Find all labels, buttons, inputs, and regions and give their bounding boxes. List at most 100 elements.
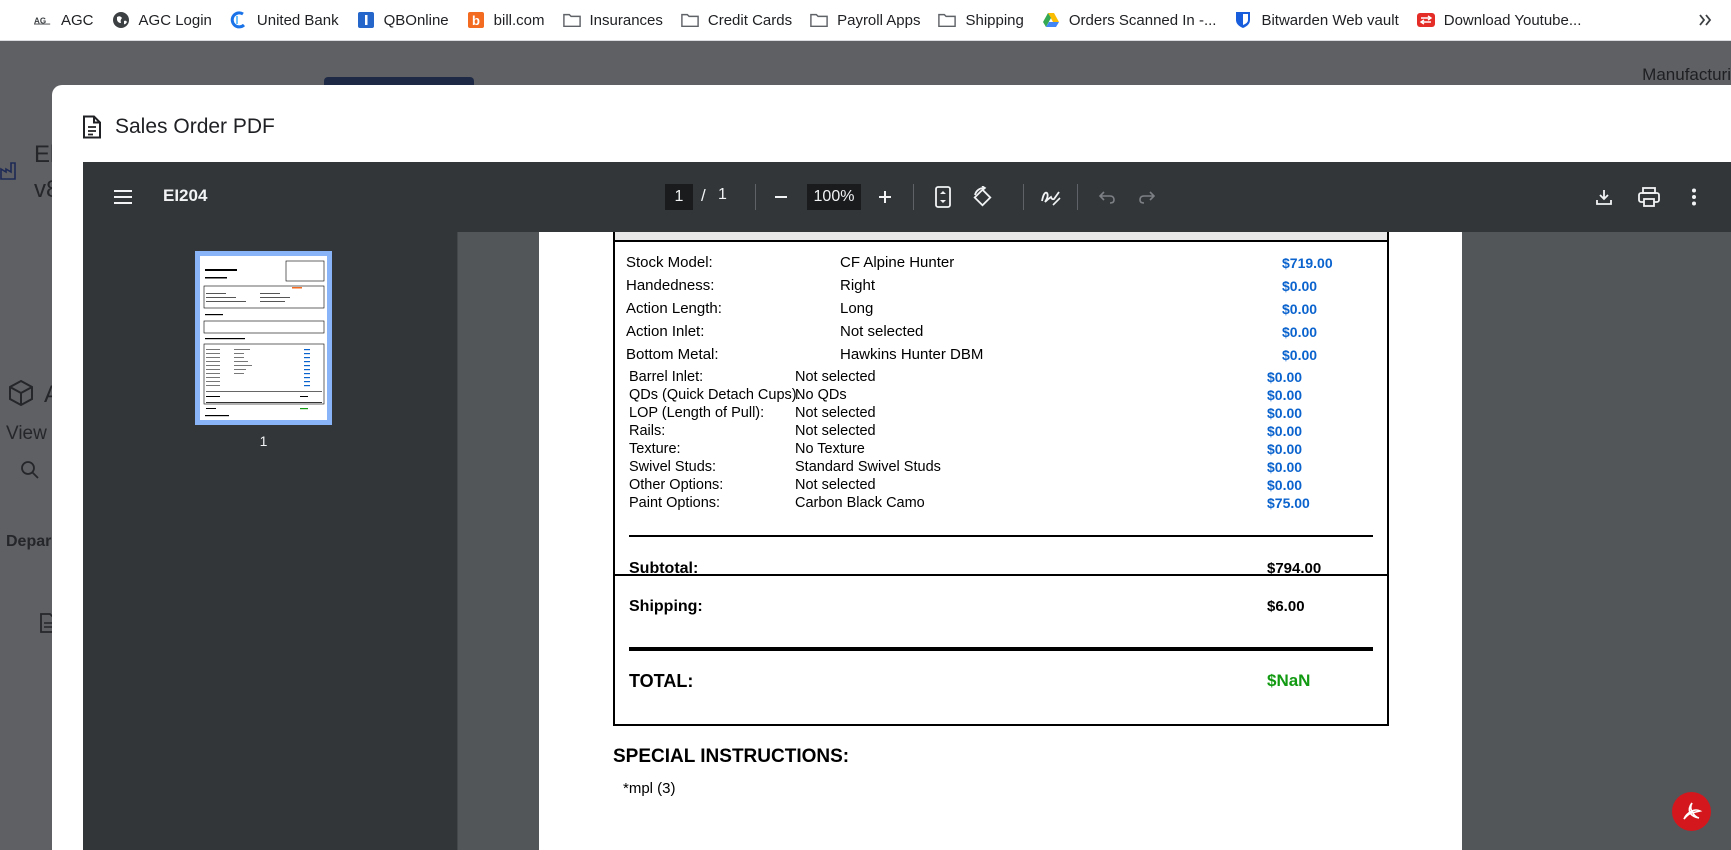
- total-divider: [629, 647, 1373, 651]
- item-price: $719.00: [1282, 255, 1333, 271]
- fit-to-page-icon[interactable]: [927, 181, 959, 213]
- option-value: Standard Swivel Studs: [795, 459, 941, 475]
- bookmark-folder-insurances[interactable]: Insurances: [555, 6, 671, 34]
- bookmark-folder-credit-cards[interactable]: Credit Cards: [673, 6, 800, 34]
- table-header-row: [615, 232, 1387, 242]
- item-value: Right: [840, 277, 876, 294]
- agc-logo-icon: AG: [34, 11, 52, 29]
- svg-text:b: b: [472, 13, 480, 28]
- item-label: Bottom Metal:: [626, 346, 719, 363]
- bookmark-label: Download Youtube...: [1443, 11, 1582, 29]
- item-value: CF Alpine Hunter: [840, 254, 955, 271]
- option-price: $0.00: [1267, 423, 1303, 439]
- zoom-out-icon[interactable]: [765, 181, 797, 213]
- option-label: Paint Options:: [629, 495, 721, 511]
- toolbar-divider: [755, 184, 756, 210]
- shipping-value: $6.00: [1267, 598, 1305, 615]
- bookmark-download-youtube[interactable]: Download Youtube...: [1409, 6, 1590, 34]
- option-price: $0.00: [1267, 441, 1303, 457]
- bookmark-label: QBOnline: [383, 11, 449, 29]
- print-icon[interactable]: [1633, 181, 1665, 213]
- pdf-page: Stock Model: CF Alpine Hunter $719.00 Ha…: [539, 232, 1462, 850]
- bookmark-label: bill.com: [493, 11, 545, 29]
- zoom-level-input[interactable]: 100%: [807, 184, 861, 210]
- more-options-icon[interactable]: [1678, 181, 1710, 213]
- pdf-page-area[interactable]: Stock Model: CF Alpine Hunter $719.00 Ha…: [458, 232, 1731, 850]
- background-top-right-text: Manufacturi: [1642, 65, 1731, 84]
- modal-title: Sales Order PDF: [115, 115, 275, 138]
- special-instructions-title: SPECIAL INSTRUCTIONS:: [613, 746, 850, 767]
- page-number-input[interactable]: 1: [665, 184, 693, 210]
- menu-icon[interactable]: [107, 181, 139, 213]
- bookmark-bitwarden[interactable]: Bitwarden Web vault: [1226, 6, 1406, 34]
- download-icon[interactable]: [1588, 181, 1620, 213]
- option-value: No QDs: [795, 387, 847, 403]
- option-label: Texture:: [629, 441, 681, 457]
- item-value: Long: [840, 300, 874, 317]
- bookmark-label: Shipping: [965, 11, 1024, 29]
- bookmark-folder-shipping[interactable]: Shipping: [930, 6, 1031, 34]
- section-divider: [615, 574, 1387, 576]
- folder-icon: [938, 11, 957, 29]
- bookmark-agc[interactable]: AG AGC: [26, 6, 102, 34]
- item-label: Handedness:: [626, 277, 715, 294]
- bookmark-united-bank[interactable]: United Bank: [222, 6, 347, 34]
- special-instructions-note: *mpl (3): [623, 780, 676, 797]
- bookmarks-bar: AG AGC AGC Login United Bank QBOnline b …: [0, 0, 1731, 41]
- bookmark-bill-com[interactable]: b bill.com: [459, 6, 553, 34]
- item-price: $0.00: [1282, 347, 1318, 363]
- subtotal-divider: [629, 535, 1373, 537]
- option-price: $0.00: [1267, 369, 1303, 385]
- toolbar-divider: [913, 184, 914, 210]
- bookmark-orders-scanned[interactable]: Orders Scanned In -...: [1034, 6, 1225, 34]
- total-label: TOTAL:: [629, 671, 694, 691]
- item-value: Hawkins Hunter DBM: [840, 346, 984, 363]
- bookmark-label: Bitwarden Web vault: [1261, 11, 1399, 29]
- zoom-in-icon[interactable]: [869, 181, 901, 213]
- more-bookmarks-chevron-icon[interactable]: [1691, 6, 1719, 34]
- option-price: $0.00: [1267, 477, 1303, 493]
- page-total: 1: [718, 186, 727, 203]
- option-label: Barrel Inlet:: [629, 369, 704, 385]
- option-price: $75.00: [1267, 495, 1310, 511]
- folder-icon: [810, 11, 828, 29]
- item-label: Action Length:: [626, 300, 722, 317]
- bookmark-agc-login[interactable]: AGC Login: [104, 6, 220, 34]
- item-value: Not selected: [840, 323, 924, 340]
- shipping-label: Shipping:: [629, 598, 703, 615]
- bill-com-icon: b: [467, 11, 485, 29]
- factory-icon: [0, 159, 20, 186]
- bookmark-qbonline[interactable]: QBOnline: [349, 6, 457, 34]
- rotate-icon[interactable]: [967, 181, 999, 213]
- option-value: No Texture: [795, 441, 865, 457]
- bookmark-label: Credit Cards: [707, 11, 793, 29]
- option-price: $0.00: [1267, 387, 1303, 403]
- bookmark-folder-payroll-apps[interactable]: Payroll Apps: [802, 6, 928, 34]
- option-value: Not selected: [795, 405, 876, 421]
- qbonline-icon: [357, 11, 375, 29]
- undo-icon[interactable]: [1091, 181, 1123, 213]
- redo-icon[interactable]: [1131, 181, 1163, 213]
- globe-icon: [112, 11, 130, 29]
- folder-icon: [562, 11, 581, 29]
- modal-header: Sales Order PDF: [82, 115, 275, 139]
- search-icon: [20, 460, 40, 485]
- sales-order-modal: Sales Order PDF EI204 1 / 1 100% 1 Stock…: [52, 85, 1731, 850]
- bookmark-label: Orders Scanned In -...: [1068, 11, 1217, 29]
- page-thumbnail[interactable]: [195, 251, 332, 425]
- item-label: Stock Model:: [626, 254, 713, 271]
- cube-icon: [7, 379, 35, 412]
- annotate-pen-icon[interactable]: [1035, 181, 1067, 213]
- adobe-acrobat-icon[interactable]: [1672, 792, 1711, 831]
- option-label: QDs (Quick Detach Cups):: [629, 387, 801, 403]
- option-value: Not selected: [795, 477, 876, 493]
- option-value: Carbon Black Camo: [795, 495, 925, 511]
- document-icon: [82, 115, 102, 139]
- bookmark-label: Payroll Apps: [837, 11, 921, 29]
- option-label: Other Options:: [629, 477, 724, 493]
- item-label: Action Inlet:: [626, 323, 705, 340]
- item-price: $0.00: [1282, 301, 1318, 317]
- option-price: $0.00: [1267, 459, 1303, 475]
- page-separator: /: [701, 186, 706, 205]
- bookmark-label: United Bank: [256, 11, 339, 29]
